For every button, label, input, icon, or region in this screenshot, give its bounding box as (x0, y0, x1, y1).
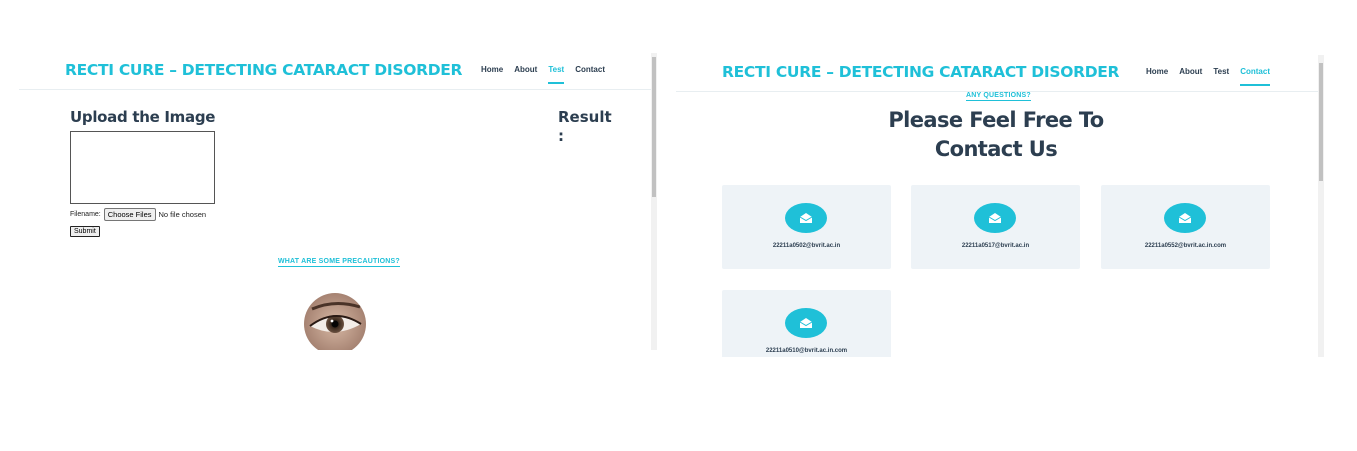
envelope-open-icon (1164, 203, 1206, 233)
filename-label: Filename: (70, 211, 101, 218)
main-nav: Home About Test Contact (481, 65, 616, 84)
scrollbar-thumb[interactable] (652, 57, 656, 197)
main-nav: Home About Test Contact (1146, 67, 1281, 86)
contact-email[interactable]: 22211a0502@bvrit.ac.in (722, 243, 891, 249)
submit-button[interactable]: Submit (70, 226, 100, 237)
site-brand[interactable]: RECTI CURE – DETECTING CATARACT DISORDER (722, 63, 1120, 81)
envelope-open-icon (785, 203, 827, 233)
contact-heading: Please Feel Free To Contact Us (866, 106, 1126, 164)
nav-home[interactable]: Home (1146, 67, 1168, 86)
test-page-panel: RECTI CURE – DETECTING CATARACT DISORDER… (19, 53, 657, 350)
contact-email[interactable]: 22211a0517@bvrit.ac.in (911, 243, 1080, 249)
contact-heading-line2: Contact Us (934, 137, 1058, 161)
contact-heading-line1: Please Feel Free To (888, 108, 1104, 132)
precautions-link[interactable]: WHAT ARE SOME PRECAUTIONS? (278, 258, 400, 267)
contact-card[interactable]: 22211a0517@bvrit.ac.in (911, 185, 1080, 269)
file-input-row: Filename: Choose Files No file chosen (70, 208, 206, 221)
envelope-open-icon (785, 308, 827, 338)
contact-card[interactable]: 22211a0502@bvrit.ac.in (722, 185, 891, 269)
choose-files-button[interactable]: Choose Files (103, 208, 156, 221)
site-brand[interactable]: RECTI CURE – DETECTING CATARACT DISORDER (65, 61, 463, 79)
file-status: No file chosen (158, 210, 207, 219)
nav-contact[interactable]: Contact (1240, 67, 1270, 86)
scrollbar[interactable] (1318, 55, 1324, 357)
contact-card[interactable]: 22211a0552@bvrit.ac.in.com (1101, 185, 1270, 269)
contact-email[interactable]: 22211a0510@bvrit.ac.in.com (722, 348, 891, 354)
nav-contact[interactable]: Contact (575, 65, 605, 84)
envelope-open-icon (974, 203, 1016, 233)
contact-card[interactable]: 22211a0510@bvrit.ac.in.com (722, 290, 891, 357)
navbar: RECTI CURE – DETECTING CATARACT DISORDER… (676, 55, 1318, 92)
scrollbar[interactable] (651, 53, 657, 350)
any-questions-subheading: ANY QUESTIONS? (966, 92, 1031, 101)
navbar: RECTI CURE – DETECTING CATARACT DISORDER… (19, 53, 651, 90)
image-preview-box (70, 131, 215, 204)
nav-about[interactable]: About (514, 65, 537, 84)
contact-page-panel: RECTI CURE – DETECTING CATARACT DISORDER… (676, 55, 1324, 357)
result-label: Result : (558, 108, 612, 145)
nav-test[interactable]: Test (1213, 67, 1229, 86)
nav-test[interactable]: Test (548, 65, 564, 84)
nav-home[interactable]: Home (481, 65, 503, 84)
nav-about[interactable]: About (1179, 67, 1202, 86)
scrollbar-thumb[interactable] (1319, 63, 1323, 181)
contact-email[interactable]: 22211a0552@bvrit.ac.in.com (1101, 243, 1270, 249)
eye-photo (304, 293, 366, 350)
upload-title: Upload the Image (70, 108, 216, 126)
